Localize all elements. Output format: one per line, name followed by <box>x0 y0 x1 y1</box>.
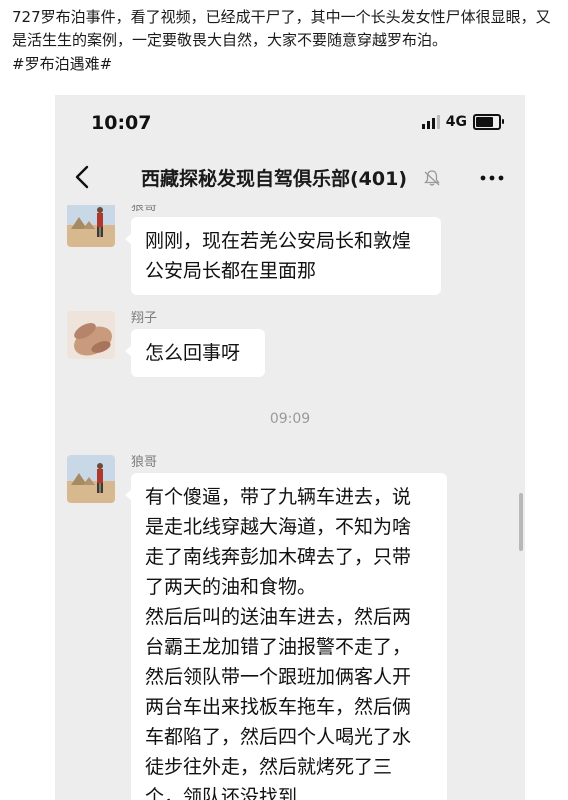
sender-avatar[interactable] <box>67 311 115 359</box>
post-text: 727罗布泊事件，看了视频，已经成干尸了，其中一个长头发女性尸体很显眼，又是活生… <box>12 8 551 49</box>
message-line: 是走北线穿越大海道，不知为啥 <box>145 516 412 538</box>
message-bubble[interactable]: 有个傻逼，带了九辆车进去，说 是走北线穿越大海道，不知为啥 走了南线奔彭加木碑去… <box>125 473 447 800</box>
back-arrow-icon[interactable] <box>67 161 99 193</box>
message-list[interactable]: 狼哥 刚刚，现在若羌公安局长和敦煌 公安局长都在里面那 翔子 怎么回事呀 09:… <box>55 205 525 800</box>
sender-name: 狼哥 <box>131 205 158 214</box>
chat-header: 西藏探秘发现自驾俱乐部(401) <box>55 151 525 205</box>
signal-icon <box>421 115 440 129</box>
message-line: 个，领队还没找到…… <box>145 786 336 800</box>
hashtag-link[interactable]: #罗布泊遇难# <box>12 53 112 76</box>
network-label: 4G <box>445 114 467 130</box>
message-line: 然后领队带一个跟班加俩客人开 <box>145 666 412 688</box>
scrollbar[interactable] <box>519 493 523 551</box>
chat-screenshot: 10:07 4G 西藏探秘发现自驾俱乐部(401) 狼哥 刚刚，现在若羌公安局长… <box>55 95 525 800</box>
hand-photo-icon <box>67 311 115 359</box>
person-in-desert-icon <box>67 205 115 247</box>
message-bubble[interactable]: 刚刚，现在若羌公安局长和敦煌 公安局长都在里面那 <box>125 217 441 295</box>
message-line: 徒步往外走，然后就烤死了三 <box>145 756 393 778</box>
more-options-icon[interactable] <box>479 171 505 185</box>
sender-avatar[interactable] <box>67 455 115 503</box>
message-line: 了两天的油和食物。 <box>145 576 317 598</box>
status-bar: 10:07 4G <box>55 95 525 151</box>
sender-name: 翔子 <box>131 311 158 326</box>
person-in-desert-icon <box>67 455 115 503</box>
message-line: 走了南线奔彭加木碑去了，只带 <box>145 546 412 568</box>
message-line: 台霸王龙加错了油报警不走了， <box>145 636 412 658</box>
battery-icon <box>473 114 504 130</box>
status-icons: 4G <box>421 114 504 130</box>
message-line: 车都陷了，然后四个人喝光了水 <box>145 726 412 748</box>
message-line: 有个傻逼，带了九辆车进去，说 <box>145 486 412 508</box>
message-line: 公安局长都在里面那 <box>145 260 317 282</box>
message-bubble[interactable]: 怎么回事呀 <box>125 329 265 377</box>
mute-bell-icon <box>424 170 440 186</box>
sender-avatar[interactable] <box>67 205 115 247</box>
message-line: 然后后叫的送油车进去，然后两 <box>145 606 412 628</box>
status-time: 10:07 <box>91 112 152 134</box>
message-line: 两台车出来找板车拖车，然后俩 <box>145 696 412 718</box>
chat-title: 西藏探秘发现自驾俱乐部(401) <box>141 168 408 190</box>
message-line: 怎么回事呀 <box>145 342 241 364</box>
time-divider: 09:09 <box>269 411 311 427</box>
message-line: 刚刚，现在若羌公安局长和敦煌 <box>145 230 412 252</box>
sender-name: 狼哥 <box>131 455 158 470</box>
